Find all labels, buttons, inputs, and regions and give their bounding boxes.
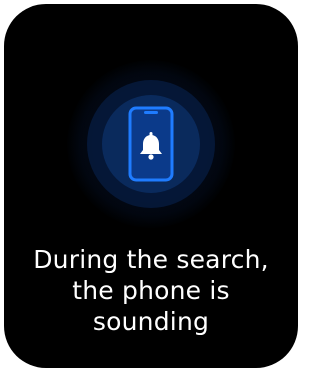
- status-message-line-3: sounding: [92, 307, 210, 336]
- watch-screen: During the search, the phone is sounding: [4, 4, 298, 368]
- status-message: During the search, the phone is sounding: [4, 244, 298, 337]
- phone-ringing-icon: [128, 106, 174, 182]
- status-message-line-1: During the search,: [33, 245, 269, 274]
- status-message-line-2: the phone is: [72, 276, 230, 305]
